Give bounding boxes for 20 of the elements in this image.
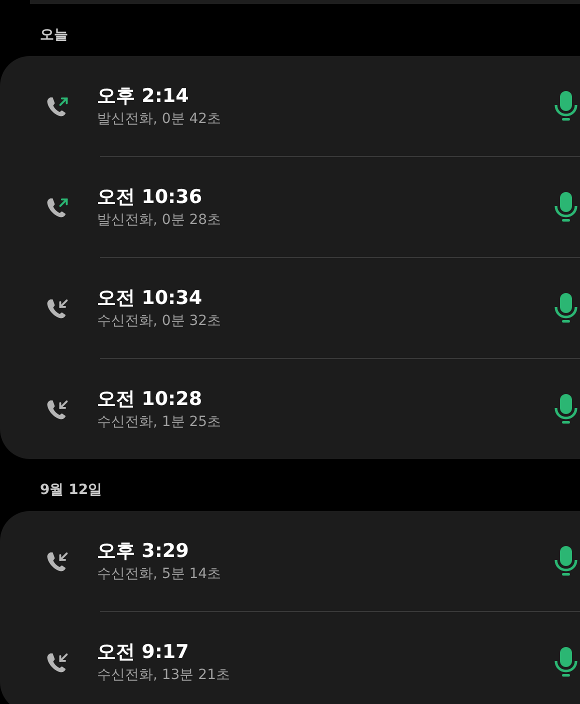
call-detail: 발신전화, 0분 42초 — [97, 110, 222, 128]
call-detail: 수신전화, 5분 14초 — [97, 565, 222, 583]
call-time[interactable]: 오전 10:28 — [97, 387, 202, 411]
microphone-icon[interactable] — [554, 89, 578, 123]
call-time[interactable]: 오후 3:29 — [97, 539, 189, 563]
microphone-icon[interactable] — [554, 291, 578, 325]
call-time[interactable]: 오전 10:34 — [97, 286, 202, 310]
microphone-icon[interactable] — [554, 392, 578, 426]
section-header: 오늘 — [40, 27, 68, 43]
microphone-icon[interactable] — [554, 544, 578, 578]
call-detail: 수신전화, 13분 21초 — [97, 666, 230, 684]
call-time[interactable]: 오전 10:36 — [97, 185, 202, 209]
call-time[interactable]: 오전 9:17 — [97, 640, 189, 664]
call-detail: 발신전화, 0분 28초 — [97, 211, 222, 229]
microphone-icon[interactable] — [554, 645, 578, 679]
call-time[interactable]: 오후 2:14 — [97, 84, 189, 108]
microphone-icon[interactable] — [554, 190, 578, 224]
call-detail: 수신전화, 0분 32초 — [97, 312, 222, 330]
call-detail: 수신전화, 1분 25초 — [97, 413, 222, 431]
section-header: 9월 12일 — [40, 482, 102, 498]
